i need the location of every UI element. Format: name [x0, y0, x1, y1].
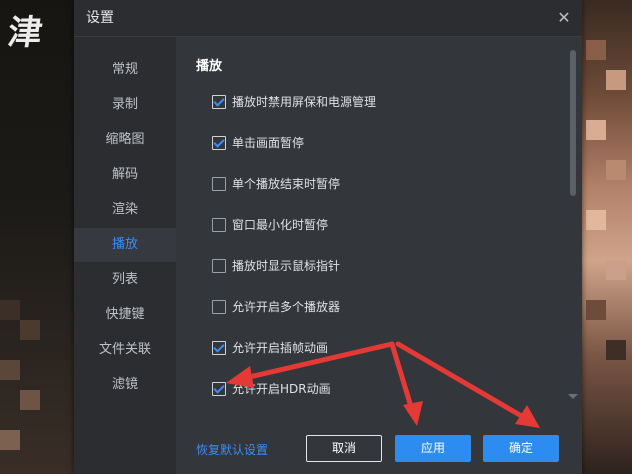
option-label: 播放时禁用屏保和电源管理 [232, 95, 377, 109]
video-left-strip: 津 [0, 0, 74, 474]
sidebar-item-shortcuts[interactable]: 快捷键 [74, 298, 176, 332]
option-label: 单击画面暂停 [232, 136, 305, 150]
sidebar-item-render[interactable]: 渲染 [74, 193, 176, 227]
sidebar-item-list[interactable]: 列表 [74, 263, 176, 297]
checkbox[interactable] [212, 218, 226, 232]
checkbox[interactable] [212, 300, 226, 314]
sidebar-item-playback[interactable]: 播放 [74, 228, 176, 262]
settings-dialog: 设置 ✕ 常规 录制 缩略图 解码 渲染 播放 列表 快捷键 文件关联 滤镜 播… [74, 0, 582, 474]
settings-content: 播放 播放时禁用屏保和电源管理 单击画面暂停 单个播放结束时暂停 窗口最小化时暂… [176, 37, 582, 474]
check-icon [213, 341, 225, 353]
video-right-strip [582, 0, 632, 474]
checkbox[interactable] [212, 382, 226, 396]
ok-button[interactable]: 确定 [483, 435, 559, 462]
sidebar-item-filters[interactable]: 滤镜 [74, 368, 176, 402]
check-icon [213, 95, 225, 107]
option-label: 窗口最小化时暂停 [232, 218, 329, 232]
sidebar-item-thumbnail[interactable]: 缩略图 [74, 123, 176, 157]
option-label: 允许开启多个播放器 [232, 300, 341, 314]
checkbox[interactable] [212, 341, 226, 355]
sidebar-item-record[interactable]: 录制 [74, 88, 176, 122]
restore-defaults-link[interactable]: 恢复默认设置 [196, 441, 268, 458]
sidebar-item-general[interactable]: 常规 [74, 53, 176, 87]
check-icon [213, 382, 225, 394]
settings-sidebar: 常规 录制 缩略图 解码 渲染 播放 列表 快捷键 文件关联 滤镜 [74, 37, 176, 474]
checkbox[interactable] [212, 259, 226, 273]
apply-button[interactable]: 应用 [395, 435, 471, 462]
dialog-titlebar: 设置 ✕ [74, 0, 582, 37]
close-icon[interactable]: ✕ [552, 6, 576, 30]
option-label: 允许开启HDR动画 [232, 382, 331, 396]
sidebar-item-decode[interactable]: 解码 [74, 158, 176, 192]
checkbox[interactable] [212, 177, 226, 191]
pixelated-blocks-left [0, 280, 40, 474]
scroll-down-arrow-icon[interactable] [568, 394, 578, 399]
section-title: 播放 [196, 59, 223, 74]
checkbox[interactable] [212, 95, 226, 109]
checkbox[interactable] [212, 136, 226, 150]
dialog-title: 设置 [86, 10, 114, 26]
check-icon [213, 136, 225, 148]
option-label: 允许开启插帧动画 [232, 341, 329, 355]
scrollbar-thumb[interactable] [570, 50, 576, 196]
sidebar-item-file-association[interactable]: 文件关联 [74, 333, 176, 367]
calligraphy-watermark: 津 [5, 13, 45, 53]
option-label: 单个播放结束时暂停 [232, 177, 341, 191]
option-label: 播放时显示鼠标指针 [232, 259, 341, 273]
cancel-button[interactable]: 取消 [306, 435, 382, 462]
